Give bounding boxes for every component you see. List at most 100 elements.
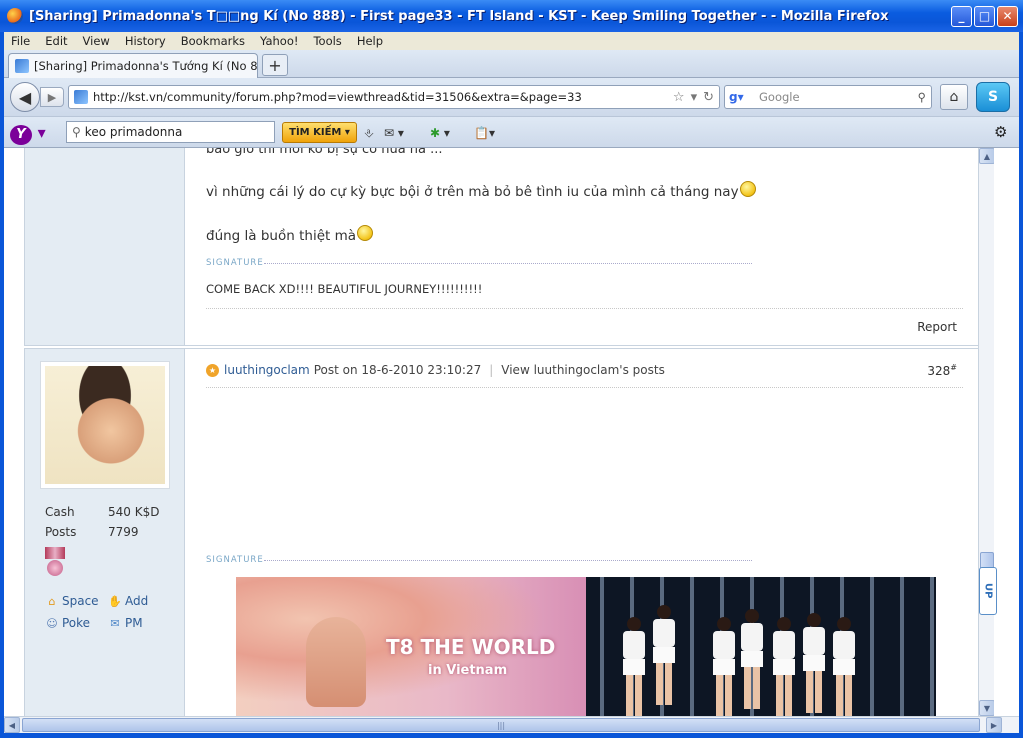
menu-file[interactable]: File bbox=[11, 34, 30, 48]
post-header: ★ luuthingoclam Post on 18-6-2010 23:10:… bbox=[206, 363, 665, 377]
menu-history[interactable]: History bbox=[125, 34, 166, 48]
yahoo-search-input[interactable]: keo primadonna bbox=[85, 125, 183, 139]
medal-icon[interactable] bbox=[45, 547, 65, 577]
avatar[interactable] bbox=[40, 361, 170, 489]
forum-post: Cash 540 K$D Posts 7799 ⌂ Space ✋ Add ☺ … bbox=[24, 348, 978, 716]
post-content: bao giờ thì mới ko bị sự cố nữa ha ... v… bbox=[186, 148, 978, 345]
mail-icon: ✉ bbox=[110, 616, 120, 630]
floor-suffix: # bbox=[950, 363, 957, 372]
back-button[interactable]: ◀ bbox=[10, 82, 40, 112]
new-tab-button[interactable]: + bbox=[262, 54, 288, 76]
scroll-right-arrow-icon[interactable]: ▶ bbox=[986, 717, 1002, 733]
yahoo-search-button[interactable]: TÌM KIẾM ▾ bbox=[282, 122, 357, 143]
arrow-left-icon: ◀ bbox=[18, 87, 32, 107]
add-friend-link[interactable]: ✋ Add bbox=[108, 594, 148, 608]
mail-icon[interactable]: ✉ ▾ bbox=[384, 124, 404, 142]
scroll-down-arrow-icon[interactable]: ▼ bbox=[979, 700, 995, 716]
poke-icon: ☺ bbox=[46, 616, 58, 630]
search-input[interactable]: Google bbox=[759, 90, 918, 104]
menu-bar: File Edit View History Bookmarks Yahoo! … bbox=[0, 32, 1023, 50]
author-link[interactable]: luuthingoclam bbox=[224, 363, 310, 377]
reload-icon[interactable]: ↻ bbox=[703, 90, 714, 105]
menu-help[interactable]: Help bbox=[357, 34, 383, 48]
menu-edit[interactable]: Edit bbox=[45, 34, 67, 48]
scroll-to-top-button[interactable]: UP bbox=[979, 567, 997, 615]
window-frame-left bbox=[0, 32, 4, 738]
smiley-icon bbox=[357, 225, 374, 241]
home-icon: ⌂ bbox=[48, 594, 56, 608]
kst-favicon-icon bbox=[74, 90, 88, 104]
skype-button[interactable]: S bbox=[976, 82, 1010, 112]
signature-banner-image: T8 THE WORLD in Vietnam bbox=[236, 577, 936, 716]
stat-value: 540 K$D bbox=[108, 505, 160, 519]
floor-number: 328 bbox=[927, 364, 951, 378]
stat-label: Cash bbox=[45, 505, 75, 519]
user-stat-posts: Posts 7799 bbox=[45, 525, 139, 539]
space-link[interactable]: ⌂ Space bbox=[45, 594, 99, 608]
apps-icon[interactable]: ✱ ▾ bbox=[430, 124, 450, 142]
minimize-button[interactable]: _ bbox=[951, 5, 972, 27]
stat-value[interactable]: 7799 bbox=[108, 525, 139, 539]
page-viewport: bao giờ thì mới ko bị sự cố nữa ha ... v… bbox=[4, 148, 978, 716]
window-frame-right bbox=[1019, 32, 1023, 738]
post-text-line: đúng là buồn thiệt mà bbox=[206, 225, 374, 244]
star-icon[interactable]: ☆ bbox=[673, 90, 685, 105]
poke-link-label: Poke bbox=[62, 616, 91, 630]
post-text: vì những cái lý do cự kỳ bực bội ở trên … bbox=[206, 184, 739, 200]
arrow-right-icon: ▶ bbox=[47, 90, 57, 104]
pm-link-label: PM bbox=[125, 616, 143, 630]
pm-link[interactable]: ✉ PM bbox=[108, 616, 143, 630]
user-stat-cash: Cash 540 K$D bbox=[45, 505, 159, 519]
separator: | bbox=[489, 363, 494, 377]
tab-active[interactable]: [Sharing] Primadonna's Tướng Kí (No 888)… bbox=[8, 53, 258, 78]
toolbar-separator-icon: ⎀ bbox=[364, 125, 374, 140]
vertical-scrollbar[interactable]: ▲ ▼ bbox=[978, 148, 995, 716]
menu-yahoo[interactable]: Yahoo! bbox=[260, 34, 298, 48]
maximize-button[interactable]: □ bbox=[974, 5, 995, 27]
home-icon: ⌂ bbox=[949, 89, 959, 105]
google-icon[interactable]: g▾ bbox=[729, 89, 751, 105]
scroll-left-arrow-icon[interactable]: ◀ bbox=[4, 717, 20, 733]
forward-button[interactable]: ▶ bbox=[40, 87, 64, 107]
clipboard-icon[interactable]: 📋▾ bbox=[474, 124, 495, 142]
dancer-figure bbox=[832, 617, 856, 716]
menu-bookmarks[interactable]: Bookmarks bbox=[181, 34, 245, 48]
yahoo-search-field[interactable]: ⚲ keo primadonna bbox=[66, 121, 275, 143]
poke-link[interactable]: ☺ Poke bbox=[45, 616, 90, 630]
horizontal-scrollbar[interactable]: ◀ ||| ▶ bbox=[4, 716, 1019, 733]
window-frame-bottom bbox=[0, 733, 1023, 738]
post-floor-number[interactable]: 328# bbox=[927, 363, 957, 378]
search-icon[interactable]: ⚲ bbox=[918, 90, 926, 104]
post-divider bbox=[206, 308, 963, 309]
post-content: ★ luuthingoclam Post on 18-6-2010 23:10:… bbox=[186, 349, 978, 716]
stat-label: Posts bbox=[45, 525, 77, 539]
post-text-line: bao giờ thì mới ko bị sự cố nữa ha ... bbox=[206, 148, 443, 157]
window-title: [Sharing] Primadonna's T□□ng Kí (No 888)… bbox=[29, 8, 889, 24]
view-posts-link[interactable]: View luuthingoclam's posts bbox=[501, 363, 665, 377]
url-input[interactable]: http://kst.vn/community/forum.php?mod=vi… bbox=[93, 90, 673, 104]
navigation-bar: ◀ ▶ http://kst.vn/community/forum.php?mo… bbox=[4, 78, 1019, 116]
gear-icon[interactable]: ⚙ bbox=[994, 123, 1007, 141]
home-button[interactable]: ⌂ bbox=[940, 84, 968, 110]
signature-text: COME BACK XD!!!! BEAUTIFUL JOURNEY!!!!!!… bbox=[206, 282, 483, 296]
report-link[interactable]: Report bbox=[917, 320, 957, 334]
forum-post: bao giờ thì mới ko bị sự cố nữa ha ... v… bbox=[24, 148, 978, 346]
chevron-down-icon[interactable]: ▾ bbox=[691, 90, 698, 105]
menu-view[interactable]: View bbox=[83, 34, 110, 48]
close-button[interactable]: ✕ bbox=[997, 5, 1018, 27]
horizontal-scrollbar-thumb[interactable]: ||| bbox=[22, 718, 980, 732]
post-date: Post on 18-6-2010 23:10:27 bbox=[313, 363, 482, 377]
dancer-figure bbox=[652, 605, 676, 716]
signature-label: SIGNATURE bbox=[206, 555, 264, 565]
dancer-figure bbox=[772, 617, 796, 716]
dancer-figure bbox=[802, 613, 826, 716]
page-right-margin bbox=[994, 148, 1019, 716]
signature-divider bbox=[264, 560, 752, 561]
scroll-up-arrow-icon[interactable]: ▲ bbox=[979, 148, 995, 164]
menu-tools[interactable]: Tools bbox=[313, 34, 341, 48]
yahoo-logo-icon[interactable]: Y ▾ bbox=[10, 123, 46, 145]
url-bar[interactable]: http://kst.vn/community/forum.php?mod=vi… bbox=[68, 85, 720, 109]
dancer-figure bbox=[622, 617, 646, 716]
space-link-label: Space bbox=[62, 594, 99, 608]
search-bar[interactable]: g▾ Google ⚲ bbox=[724, 85, 932, 109]
